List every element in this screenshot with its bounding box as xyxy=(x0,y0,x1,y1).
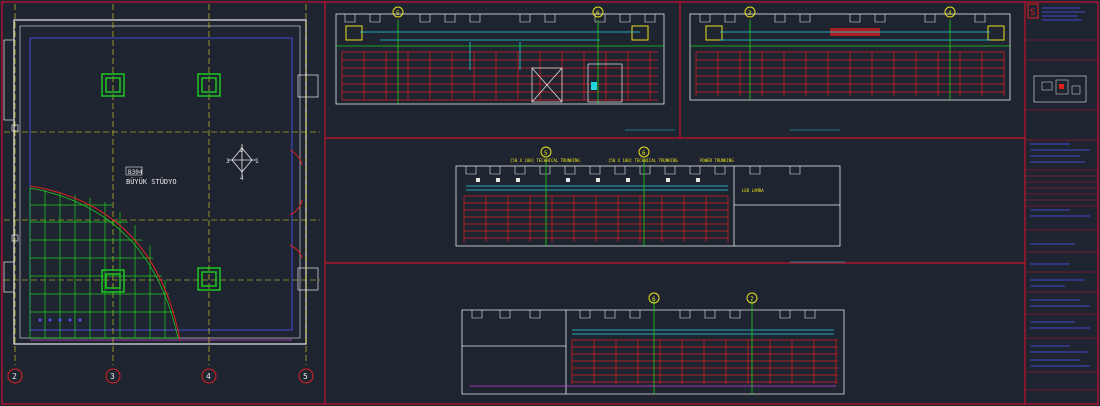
bubble-middle-1: 5 xyxy=(544,150,548,157)
section-top-left: 5 6 xyxy=(335,6,675,131)
symbol-label-bottom: 4 xyxy=(240,175,244,182)
grid-bubble-5: 5 xyxy=(303,372,308,381)
grid-bubble-2: 2 xyxy=(12,372,17,381)
red-panel-grid xyxy=(341,51,658,101)
note-trunking-1: [50 X 100] TECHNICAL TRUNKING xyxy=(510,158,580,163)
red-panel-grid xyxy=(695,51,1005,96)
note-trunking-2: [50 X 100] TECHNICAL TRUNKING xyxy=(608,158,678,163)
grid-bubble-4: 4 xyxy=(206,372,211,381)
key-plan xyxy=(1033,75,1087,103)
room-code: B304 xyxy=(128,169,143,176)
note-led-lamba: LED LAMBA xyxy=(742,188,764,193)
title-block-rows xyxy=(1026,39,1098,391)
section-middle: 5 6 [50 X 100] TECHNICAL TRUNKING [50 X … xyxy=(455,146,845,263)
red-panel-grid xyxy=(571,339,838,384)
grid-bubbles xyxy=(7,368,314,384)
grid-bubble-3: 3 xyxy=(110,372,115,381)
bubble-top-left-1: 5 xyxy=(396,10,400,17)
section-bottom: 6 7 xyxy=(461,292,845,395)
floor-plan: B304 BÜYÜK STÜDYO 2 1 3 4 2 3 4 5 xyxy=(3,4,320,384)
cad-drawing-sheet: B304 BÜYÜK STÜDYO 2 1 3 4 2 3 4 5 5 6 3 … xyxy=(1,1,1099,405)
symbol-label-left: 3 xyxy=(226,158,230,165)
symbol-label-right: 1 xyxy=(255,158,259,165)
red-panel-grid xyxy=(463,195,729,242)
room-name: BÜYÜK STÜDYO xyxy=(126,177,177,186)
bubble-top-left-2: 6 xyxy=(596,10,600,17)
bubble-top-right-2: 4 xyxy=(948,10,952,17)
company-logo: S xyxy=(1030,8,1035,18)
bubble-bottom-2: 7 xyxy=(750,296,754,303)
bubble-bottom-1: 6 xyxy=(652,296,656,303)
section-top-right: 3 4 xyxy=(689,6,1011,131)
note-power-trunking: POWER TRUNKING xyxy=(700,158,734,163)
symbol-label-top: 2 xyxy=(240,147,244,154)
bubble-middle-2: 6 xyxy=(642,150,646,157)
title-block: S xyxy=(1026,3,1098,391)
raised-floor-grid xyxy=(29,187,179,339)
bubble-top-right-1: 3 xyxy=(748,10,752,17)
